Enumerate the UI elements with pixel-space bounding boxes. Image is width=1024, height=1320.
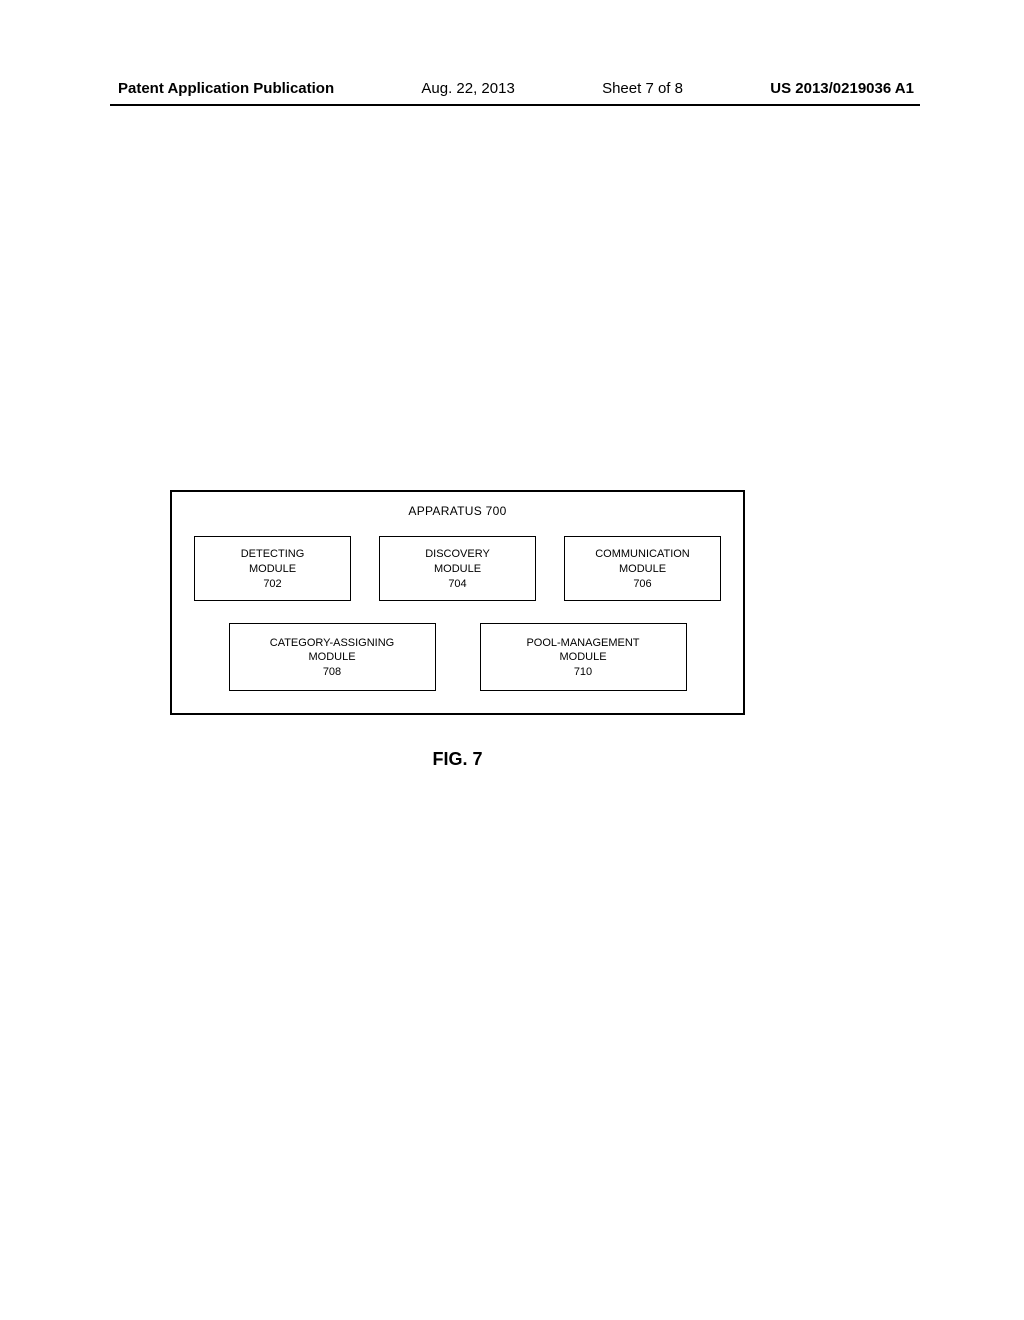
sheet-number: Sheet 7 of 8: [602, 80, 683, 97]
module-name: DISCOVERY: [386, 547, 529, 562]
pool-management-module: POOL-MANAGEMENT MODULE 710: [480, 623, 687, 692]
module-number: 706: [571, 577, 714, 592]
category-assigning-module: CATEGORY-ASSIGNING MODULE 708: [229, 623, 436, 692]
header-divider: [110, 104, 920, 106]
module-name: COMMUNICATION: [571, 547, 714, 562]
communication-module: COMMUNICATION MODULE 706: [564, 536, 721, 601]
detecting-module: DETECTING MODULE 702: [194, 536, 351, 601]
module-sub: MODULE: [386, 562, 529, 577]
module-number: 702: [201, 577, 344, 592]
apparatus-box: APPARATUS 700 DETECTING MODULE 702 DISCO…: [170, 490, 745, 715]
publication-label: Patent Application Publication: [118, 80, 334, 97]
publication-number: US 2013/0219036 A1: [770, 80, 914, 97]
module-name: POOL-MANAGEMENT: [487, 636, 680, 651]
module-number: 704: [386, 577, 529, 592]
apparatus-title: APPARATUS 700: [194, 504, 721, 518]
module-name: CATEGORY-ASSIGNING: [236, 636, 429, 651]
module-name: DETECTING: [201, 547, 344, 562]
module-number: 710: [487, 665, 680, 680]
figure-7: APPARATUS 700 DETECTING MODULE 702 DISCO…: [170, 490, 745, 770]
module-number: 708: [236, 665, 429, 680]
module-sub: MODULE: [201, 562, 344, 577]
discovery-module: DISCOVERY MODULE 704: [379, 536, 536, 601]
page-header: Patent Application Publication Aug. 22, …: [0, 80, 1024, 97]
module-sub: MODULE: [571, 562, 714, 577]
module-sub: MODULE: [236, 650, 429, 665]
module-row-2: CATEGORY-ASSIGNING MODULE 708 POOL-MANAG…: [194, 623, 721, 692]
figure-label: FIG. 7: [170, 749, 745, 770]
module-sub: MODULE: [487, 650, 680, 665]
publication-date: Aug. 22, 2013: [421, 80, 514, 97]
module-row-1: DETECTING MODULE 702 DISCOVERY MODULE 70…: [194, 536, 721, 601]
